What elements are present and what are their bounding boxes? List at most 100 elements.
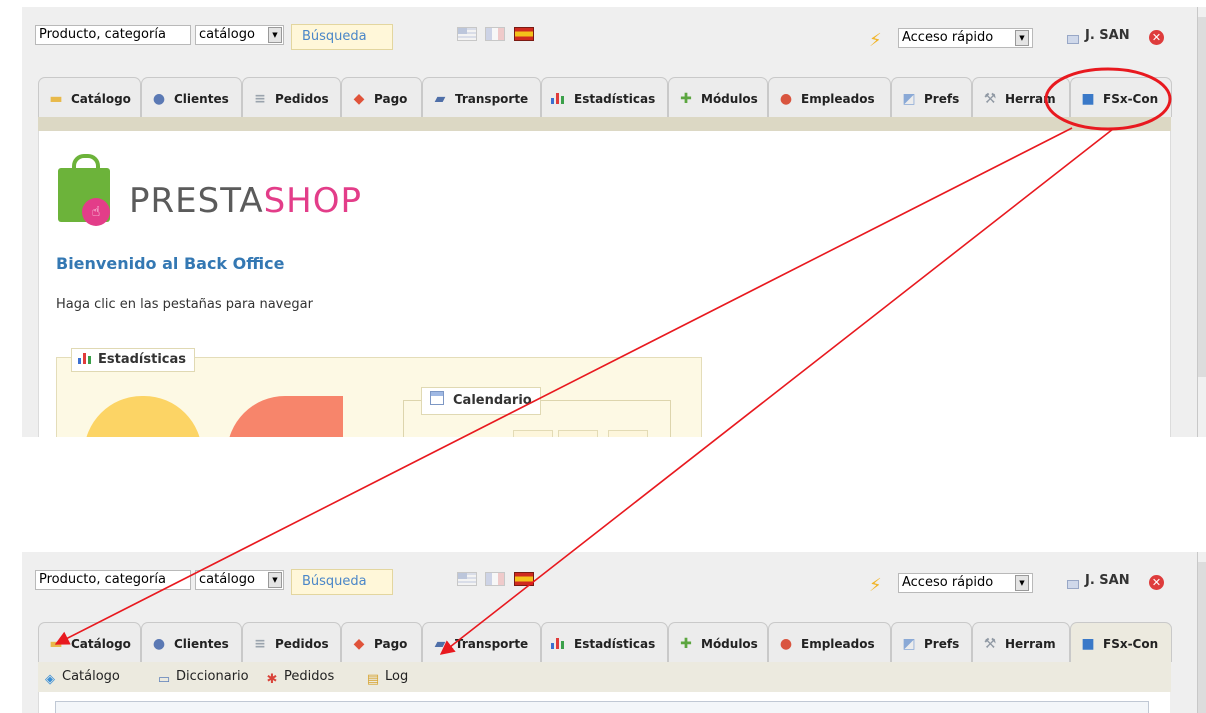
employee-icon: ● <box>779 91 793 107</box>
tab-catalogo[interactable]: ▬ Catálogo <box>38 622 141 662</box>
payment-icon: ◆ <box>353 91 365 107</box>
tab-herram[interactable]: ⚒ Herram <box>972 77 1070 117</box>
tab-prefs[interactable]: ◩ Prefs <box>891 77 972 117</box>
preferences-icon: ◩ <box>902 636 916 652</box>
logo-text-presta: PRESTA <box>129 181 264 221</box>
truck-icon: ▰ <box>434 91 446 107</box>
submenu-item-catalogo[interactable]: ◈ Catálogo <box>42 668 120 687</box>
tab-label: FSx-Con <box>1103 92 1159 106</box>
bar-chart-icon <box>551 91 567 107</box>
tab-label: Clientes <box>174 92 229 106</box>
statistics-legend: Estadísticas <box>71 348 195 372</box>
tab-pago[interactable]: ◆ Pago <box>341 77 422 117</box>
logout-icon[interactable]: ✕ <box>1149 575 1164 590</box>
tab-label: Estadísticas <box>574 92 656 106</box>
tab-label: Herram <box>1005 92 1056 106</box>
submenu-label: Catálogo <box>62 669 120 684</box>
user-icon: ● <box>152 91 166 107</box>
tab-herram[interactable]: ⚒ Herram <box>972 622 1070 662</box>
user-name: J. SAN <box>1085 28 1130 43</box>
tab-modulos[interactable]: ✚ Módulos <box>668 77 768 117</box>
tab-label: Estadísticas <box>574 637 656 651</box>
employee-icon: ● <box>779 636 793 652</box>
calendar-title: Calendario <box>453 393 532 408</box>
tab-empleados[interactable]: ● Empleados <box>768 622 891 662</box>
search-input[interactable]: Producto, categoría <box>35 25 191 45</box>
tab-fsx-con[interactable]: ■ FSx-Con <box>1070 622 1172 662</box>
vertical-scrollbar[interactable] <box>1197 7 1206 437</box>
content-box <box>55 701 1149 713</box>
tab-label: Transporte <box>455 92 529 106</box>
chevron-down-icon[interactable]: ▼ <box>268 572 282 588</box>
wrench-icon: ⚒ <box>983 636 997 652</box>
bar-chart-icon <box>551 636 567 652</box>
tab-label: Pago <box>374 637 408 651</box>
tab-prefs[interactable]: ◩ Prefs <box>891 622 972 662</box>
tab-label: Pedidos <box>275 92 329 106</box>
navigation-hint: Haga clic en las pestañas para navegar <box>56 297 313 312</box>
tab-clientes[interactable]: ● Clientes <box>141 622 242 662</box>
calendar-cell[interactable] <box>558 430 598 437</box>
chevron-down-icon[interactable]: ▼ <box>268 27 282 43</box>
submenu-label: Diccionario <box>176 669 249 684</box>
search-scope-value: catálogo <box>199 572 255 587</box>
cube-icon: ■ <box>1081 91 1095 107</box>
puzzle-icon: ✚ <box>680 636 692 652</box>
logout-icon[interactable]: ✕ <box>1149 30 1164 45</box>
chevron-down-icon[interactable]: ▼ <box>1015 575 1029 591</box>
statistics-title: Estadísticas <box>98 352 186 367</box>
employee-card-icon <box>1067 580 1079 589</box>
tab-label: Empleados <box>801 92 875 106</box>
vertical-scrollbar[interactable] <box>1197 552 1206 713</box>
tab-transporte[interactable]: ▰ Transporte <box>422 622 541 662</box>
tab-modulos[interactable]: ✚ Módulos <box>668 622 768 662</box>
lightning-icon: ⚡ <box>869 30 882 51</box>
tab-clientes[interactable]: ● Clientes <box>141 77 242 117</box>
submenu-item-pedidos[interactable]: ✱ Pedidos <box>264 668 335 687</box>
english-flag-icon[interactable] <box>457 572 477 586</box>
quick-access-select[interactable]: Acceso rápido ▼ <box>898 28 1033 48</box>
search-input[interactable]: Producto, categoría <box>35 570 191 590</box>
tab-label: Pago <box>374 92 408 106</box>
search-scope-select[interactable]: catálogo ▼ <box>195 25 284 45</box>
tab-estadisticas[interactable]: Estadísticas <box>541 77 668 117</box>
calendar-icon <box>430 391 444 405</box>
orders-icon: ✱ <box>266 672 278 687</box>
french-flag-icon[interactable] <box>485 27 505 41</box>
prestashop-logo: PRESTASHOP <box>129 181 362 221</box>
spanish-flag-icon[interactable] <box>514 572 534 586</box>
tab-label: Módulos <box>701 637 758 651</box>
chevron-down-icon[interactable]: ▼ <box>1015 30 1029 46</box>
bottom-screenshot: Producto, categoría catálogo ▼ Búsqueda … <box>0 545 1206 713</box>
user-name: J. SAN <box>1085 573 1130 588</box>
tab-pedidos[interactable]: ≡ Pedidos <box>242 622 341 662</box>
lightning-icon: ⚡ <box>869 575 882 596</box>
search-button[interactable]: Búsqueda <box>291 24 393 50</box>
document-icon: ≡ <box>254 91 266 107</box>
tab-label: Herram <box>1005 637 1056 651</box>
calendar-cell[interactable] <box>608 430 648 437</box>
search-button[interactable]: Búsqueda <box>291 569 393 595</box>
tab-label: Clientes <box>174 637 229 651</box>
payment-icon: ◆ <box>353 636 365 652</box>
truck-icon: ▰ <box>434 636 446 652</box>
submenu-item-log[interactable]: ▤ Log <box>365 668 408 687</box>
english-flag-icon[interactable] <box>457 27 477 41</box>
french-flag-icon[interactable] <box>485 572 505 586</box>
spanish-flag-icon[interactable] <box>514 27 534 41</box>
logo-text-shop: SHOP <box>263 181 363 221</box>
tab-label: Transporte <box>455 637 529 651</box>
tab-pedidos[interactable]: ≡ Pedidos <box>242 77 341 117</box>
tab-pago[interactable]: ◆ Pago <box>341 622 422 662</box>
tab-fsx-con[interactable]: ■ FSx-Con <box>1070 77 1172 117</box>
submenu-item-diccionario[interactable]: ▭ Diccionario <box>156 668 249 687</box>
tab-transporte[interactable]: ▰ Transporte <box>422 77 541 117</box>
search-scope-select[interactable]: catálogo ▼ <box>195 570 284 590</box>
quick-access-select[interactable]: Acceso rápido ▼ <box>898 573 1033 593</box>
tab-empleados[interactable]: ● Empleados <box>768 77 891 117</box>
log-icon: ▤ <box>366 672 380 687</box>
tab-estadisticas[interactable]: Estadísticas <box>541 622 668 662</box>
calendar-cell[interactable] <box>513 430 553 437</box>
tab-catalogo[interactable]: ▬ Catálogo <box>38 77 141 117</box>
employee-card-icon <box>1067 35 1079 44</box>
